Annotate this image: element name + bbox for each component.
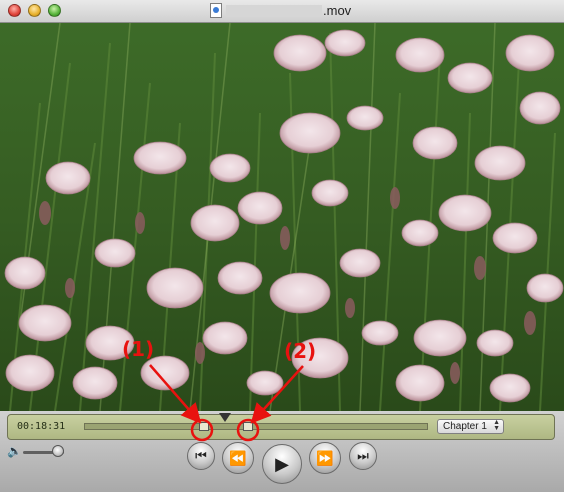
rewind-button[interactable]: ⏪ bbox=[222, 442, 254, 474]
playhead[interactable] bbox=[219, 413, 231, 422]
play-button[interactable]: ▶ bbox=[262, 444, 302, 484]
selection-in-marker[interactable] bbox=[199, 422, 209, 431]
close-button[interactable] bbox=[8, 4, 21, 17]
chapter-label: Chapter 1 bbox=[443, 421, 487, 432]
rewind-icon: ⏪ bbox=[229, 449, 247, 466]
go-to-end-icon: ⏭ bbox=[357, 448, 369, 463]
go-to-start-icon: ⏮ bbox=[195, 448, 207, 463]
speaker-icon[interactable]: 🔈 bbox=[7, 444, 22, 458]
video-image bbox=[0, 23, 564, 411]
volume-slider-knob[interactable] bbox=[51, 445, 64, 457]
document-icon[interactable] bbox=[210, 3, 222, 18]
redacted-filename bbox=[226, 5, 322, 17]
selection-out-marker[interactable] bbox=[243, 422, 253, 431]
current-time: 00:18:31 bbox=[17, 421, 66, 432]
minimize-button[interactable] bbox=[28, 4, 41, 17]
quicktime-window: .mov 00:18:31 Chapter 1 ▲ ▼ 🔈 ⏮ ⏪ ▶ ⏩ ⏭ … bbox=[0, 0, 564, 492]
annotation-label-2: (2) bbox=[284, 339, 317, 363]
fast-forward-icon: ⏩ bbox=[316, 449, 334, 466]
title-bar[interactable]: .mov bbox=[0, 0, 564, 23]
go-to-start-button[interactable]: ⏮ bbox=[187, 442, 215, 470]
video-frame[interactable] bbox=[0, 23, 564, 411]
annotation-label-1: (1) bbox=[122, 337, 155, 361]
go-to-end-button[interactable]: ⏭ bbox=[349, 442, 377, 470]
chapter-popup[interactable]: Chapter 1 ▲ ▼ bbox=[437, 419, 504, 434]
scrubber-track[interactable] bbox=[84, 423, 428, 430]
play-icon: ▶ bbox=[275, 453, 289, 474]
fast-forward-button[interactable]: ⏩ bbox=[309, 442, 341, 474]
window-title: .mov bbox=[323, 3, 352, 18]
lcd-display: 00:18:31 Chapter 1 ▲ ▼ bbox=[7, 413, 555, 440]
popup-arrows-icon: ▲ ▼ bbox=[493, 419, 500, 432]
movie-controller: 00:18:31 Chapter 1 ▲ ▼ 🔈 ⏮ ⏪ ▶ ⏩ ⏭ bbox=[0, 411, 564, 492]
zoom-button[interactable] bbox=[48, 4, 61, 17]
